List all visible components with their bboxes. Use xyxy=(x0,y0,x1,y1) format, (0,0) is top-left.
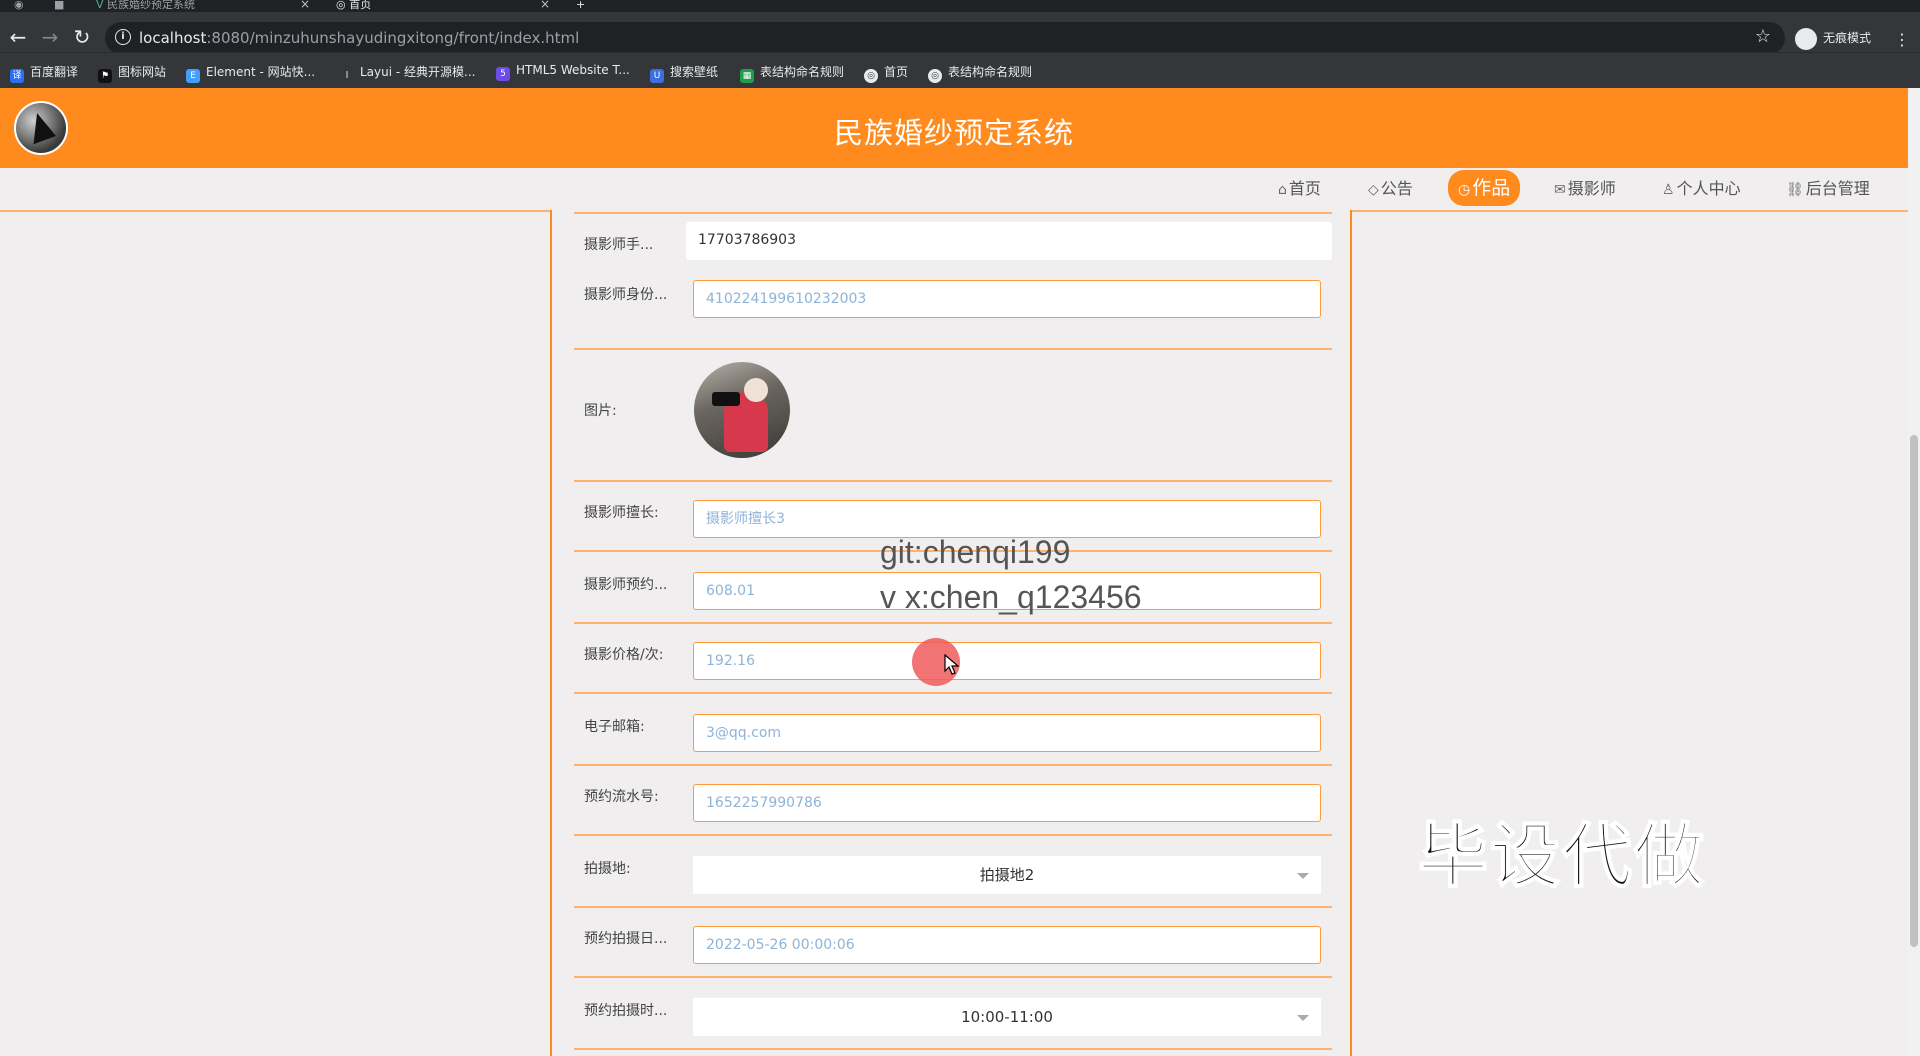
incognito-badge[interactable]: 无痕模式 xyxy=(1795,25,1871,51)
specialty-label: 摄影师擅长: xyxy=(584,505,659,521)
location-select[interactable]: 拍摄地2 xyxy=(693,856,1321,894)
bookmark-item[interactable]: E Element - 网站快... xyxy=(186,63,315,83)
bookmark-item[interactable]: 译百度翻译 xyxy=(10,63,78,83)
form-row-location: 拍摄地: 拍摄地2 xyxy=(574,836,1332,908)
main-nav: ⌂ 首页 ◇ 公告 ◷ 作品 ✉ 摄影师 ♙ 个人中心 ⛓ 后台管理 xyxy=(0,168,1908,212)
home-icon: ⌂ xyxy=(1278,182,1287,198)
site-header: 民族婚纱预定系统 xyxy=(0,88,1908,168)
bookmark-item[interactable]: U 搜索壁纸 xyxy=(650,63,718,83)
form-row-serial: 预约流水号: 1652257990786 xyxy=(574,766,1332,836)
watermark-ad: 毕设代做 xyxy=(1417,814,1706,898)
url-text[interactable]: localhost:8080/minzuhunshayudingxitong/f… xyxy=(139,29,579,47)
nav-personal-center[interactable]: ♙ 个人中心 xyxy=(1662,174,1741,204)
email-label: 电子邮箱: xyxy=(584,719,645,735)
browser-menu-icon[interactable]: ◉ xyxy=(14,0,24,12)
specialty-field[interactable]: 摄影师擅长3 xyxy=(693,500,1321,538)
address-bar[interactable]: i localhost:8080/minzuhunshayudingxitong… xyxy=(105,22,1785,54)
chevron-down-icon xyxy=(1297,873,1309,879)
time-select-value: 10:00-11:00 xyxy=(961,1008,1053,1026)
image-label: 图片: xyxy=(584,403,617,419)
location-label: 拍摄地: xyxy=(584,861,631,877)
tab-2-title: 首页 xyxy=(349,0,372,11)
phone-field[interactable]: 17703786903 xyxy=(686,222,1332,260)
price-field[interactable]: 192.16 xyxy=(693,642,1321,680)
watermark-contact: v x:chen_q123456 xyxy=(880,579,1142,615)
bookmarks-bar: 译百度翻译 ⚑ 图标网站 E Element - 网站快... l Layui - 经… xyxy=(0,52,1920,89)
booking-label: 摄影师预约... xyxy=(584,577,668,593)
bookmark-item[interactable]: ⚑ 图标网站 xyxy=(98,63,166,83)
forward-arrow-icon[interactable]: → xyxy=(37,24,63,50)
date-field[interactable]: 2022-05-26 00:00:06 xyxy=(693,926,1321,964)
tab-overview-icon[interactable]: ■ xyxy=(54,0,64,12)
back-arrow-icon[interactable]: ← xyxy=(5,24,31,50)
form-row-image: 图片: xyxy=(574,348,1332,478)
new-tab-button[interactable]: + xyxy=(576,0,585,12)
bookmark-item[interactable]: l Layui - 经典开源模... xyxy=(340,63,475,83)
wallpaper-icon: U xyxy=(650,69,664,83)
time-label: 预约拍摄时... xyxy=(584,1003,668,1019)
bookmark-star-icon[interactable]: ☆ xyxy=(1755,26,1771,47)
form-row-date: 预约拍摄日... 2022-05-26 00:00:06 xyxy=(574,908,1332,978)
user-icon: ♙ xyxy=(1662,182,1675,198)
chevron-down-icon xyxy=(1297,1015,1309,1021)
tab-1-title: 民族婚纱预定系统 xyxy=(107,0,196,11)
time-select[interactable]: 10:00-11:00 xyxy=(693,998,1321,1036)
translate-icon: 译 xyxy=(10,69,24,83)
tab-2[interactable]: ◎ 首页 xyxy=(336,0,371,12)
booking-form-panel: 摄影师手... 17703786903 摄影师身份... 41022419961… xyxy=(550,210,1352,1056)
site-info-icon[interactable]: i xyxy=(115,29,131,45)
id-card-label: 摄影师身份... xyxy=(584,287,668,303)
page-scrollbar-thumb[interactable] xyxy=(1910,435,1918,947)
nav-notice[interactable]: ◇ 公告 xyxy=(1368,174,1413,204)
price-label: 摄影价格/次: xyxy=(584,647,664,663)
serial-label: 预约流水号: xyxy=(584,789,659,805)
nav-admin[interactable]: ⛓ 后台管理 xyxy=(1786,174,1870,204)
date-label: 预约拍摄日... xyxy=(584,931,668,947)
element-icon: E xyxy=(186,69,200,83)
vue-icon: V xyxy=(96,0,104,11)
nav-home[interactable]: ⌂ 首页 xyxy=(1278,174,1321,204)
browser-menu-icon[interactable]: ⋮ xyxy=(1894,30,1910,49)
nav-photographer[interactable]: ✉ 摄影师 xyxy=(1554,174,1616,204)
bookmark-item[interactable]: ◎ 首页 xyxy=(864,63,908,83)
html5-icon: 5 xyxy=(496,67,510,81)
mail-icon: ✉ xyxy=(1554,182,1566,198)
link-icon: ⛓ xyxy=(1786,182,1804,198)
incognito-label: 无痕模式 xyxy=(1823,31,1872,45)
tab-1[interactable]: V 民族婚纱预定系统 xyxy=(96,0,195,12)
tag-icon: ◇ xyxy=(1368,182,1379,198)
globe-icon: ◎ xyxy=(864,69,878,83)
globe-icon: ◎ xyxy=(336,0,346,11)
form-row-phone: 摄影师手... 17703786903 xyxy=(574,214,1332,264)
location-select-value: 拍摄地2 xyxy=(979,866,1035,884)
flag-icon: ⚑ xyxy=(98,69,112,83)
mouse-cursor-icon xyxy=(944,653,960,680)
sheet-icon: ▦ xyxy=(740,69,754,83)
phone-label: 摄影师手... xyxy=(584,237,654,253)
site-title: 民族婚纱预定系统 xyxy=(833,116,1074,150)
bookmark-item[interactable]: ◎ 表结构命名规则 xyxy=(928,63,1032,83)
email-field[interactable]: 3@qq.com xyxy=(693,714,1321,752)
bookmark-item[interactable]: ▦ 表结构命名规则 xyxy=(740,63,844,83)
reload-icon[interactable]: ↻ xyxy=(69,24,95,50)
form-row-time: 预约拍摄时... 10:00-11:00 xyxy=(574,978,1332,1050)
serial-field[interactable]: 1652257990786 xyxy=(693,784,1321,822)
browser-tab-strip: ◉ ■ V 民族婚纱预定系统 × ◎ 首页 × + xyxy=(0,0,1920,12)
nav-works[interactable]: ◷ 作品 xyxy=(1448,170,1521,206)
watermark-git: git:chenqi199 xyxy=(880,534,1071,570)
form-row-email: 电子邮箱: 3@qq.com xyxy=(574,694,1332,766)
globe-icon: ◎ xyxy=(928,69,942,83)
incognito-icon xyxy=(1795,27,1817,50)
bookmark-item[interactable]: 5 HTML5 Website T... xyxy=(496,63,630,81)
camera-icon xyxy=(712,392,740,406)
form-row-id-card: 摄影师身份... 410224199610232003 xyxy=(574,264,1332,350)
id-card-field[interactable]: 410224199610232003 xyxy=(693,280,1321,318)
form-divider xyxy=(574,468,1332,482)
layui-icon: l xyxy=(340,69,354,83)
photographer-avatar xyxy=(694,362,790,458)
clock-icon: ◷ xyxy=(1458,182,1471,198)
